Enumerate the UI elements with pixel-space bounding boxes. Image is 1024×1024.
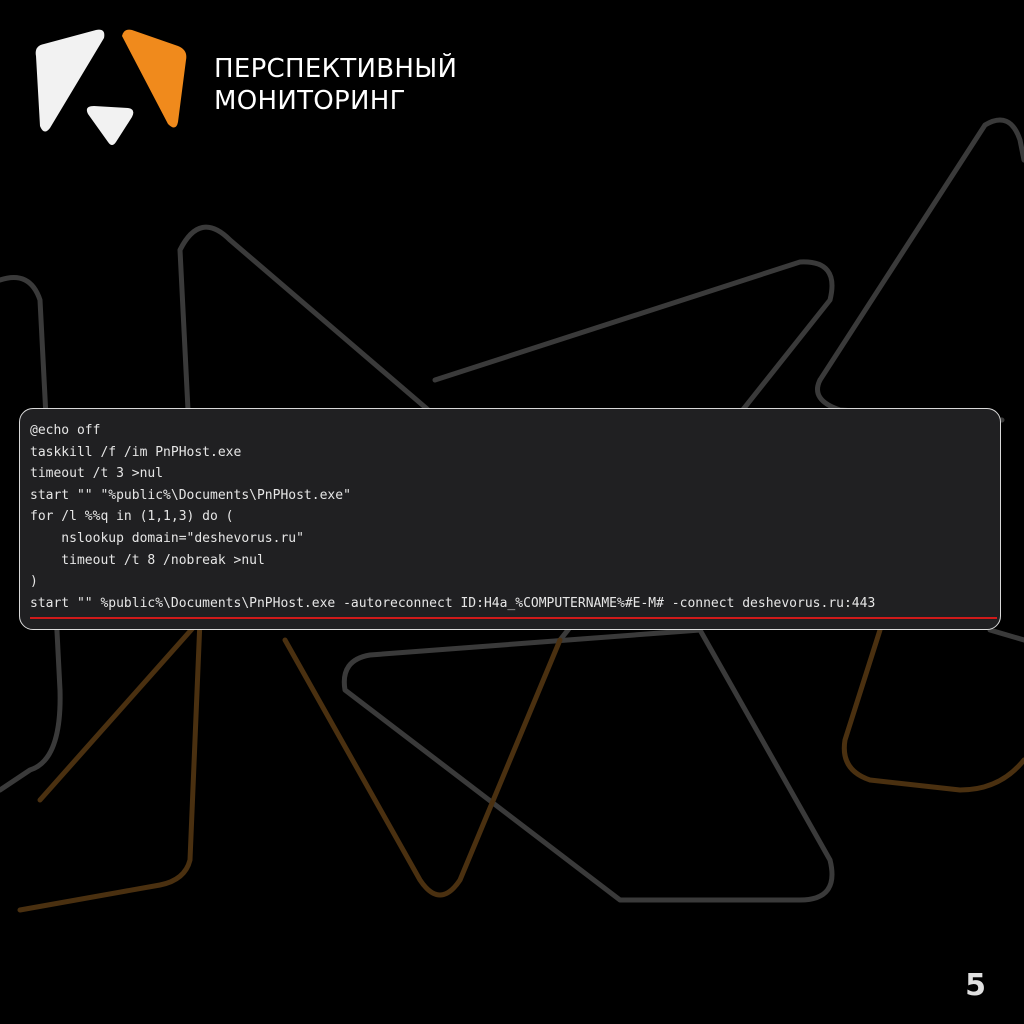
- code-snippet-panel: @echo off taskkill /f /im PnPHost.exe time…: [19, 408, 1001, 630]
- code-line: timeout /t 8 /nobreak >nul: [30, 552, 265, 568]
- brand-name-line1: ПЕРСПЕКТИВНЫЙ: [214, 54, 458, 84]
- code-line: ): [30, 574, 38, 590]
- brand-logo-icon: [35, 29, 187, 145]
- code-line: timeout /t 3 >nul: [30, 466, 164, 482]
- code-block: @echo off taskkill /f /im PnPHost.exe time…: [30, 420, 875, 614]
- highlight-underline: [30, 617, 997, 619]
- page-number: 5: [965, 968, 986, 1003]
- code-line-highlighted: start "" %public%\Documents\PnPHost.exe …: [30, 595, 876, 611]
- brand-name: ПЕРСПЕКТИВНЫЙ МОНИТОРИНГ: [214, 53, 457, 117]
- code-line: start "" "%public%\Documents\PnPHost.exe…: [30, 487, 351, 503]
- brand-name-line2: МОНИТОРИНГ: [214, 86, 406, 116]
- code-line: for /l %%q in (1,1,3) do (: [30, 509, 234, 525]
- code-line: @echo off: [30, 423, 101, 438]
- code-line: taskkill /f /im PnPHost.exe: [30, 444, 242, 460]
- code-line: nslookup domain="deshevorus.ru": [30, 530, 304, 546]
